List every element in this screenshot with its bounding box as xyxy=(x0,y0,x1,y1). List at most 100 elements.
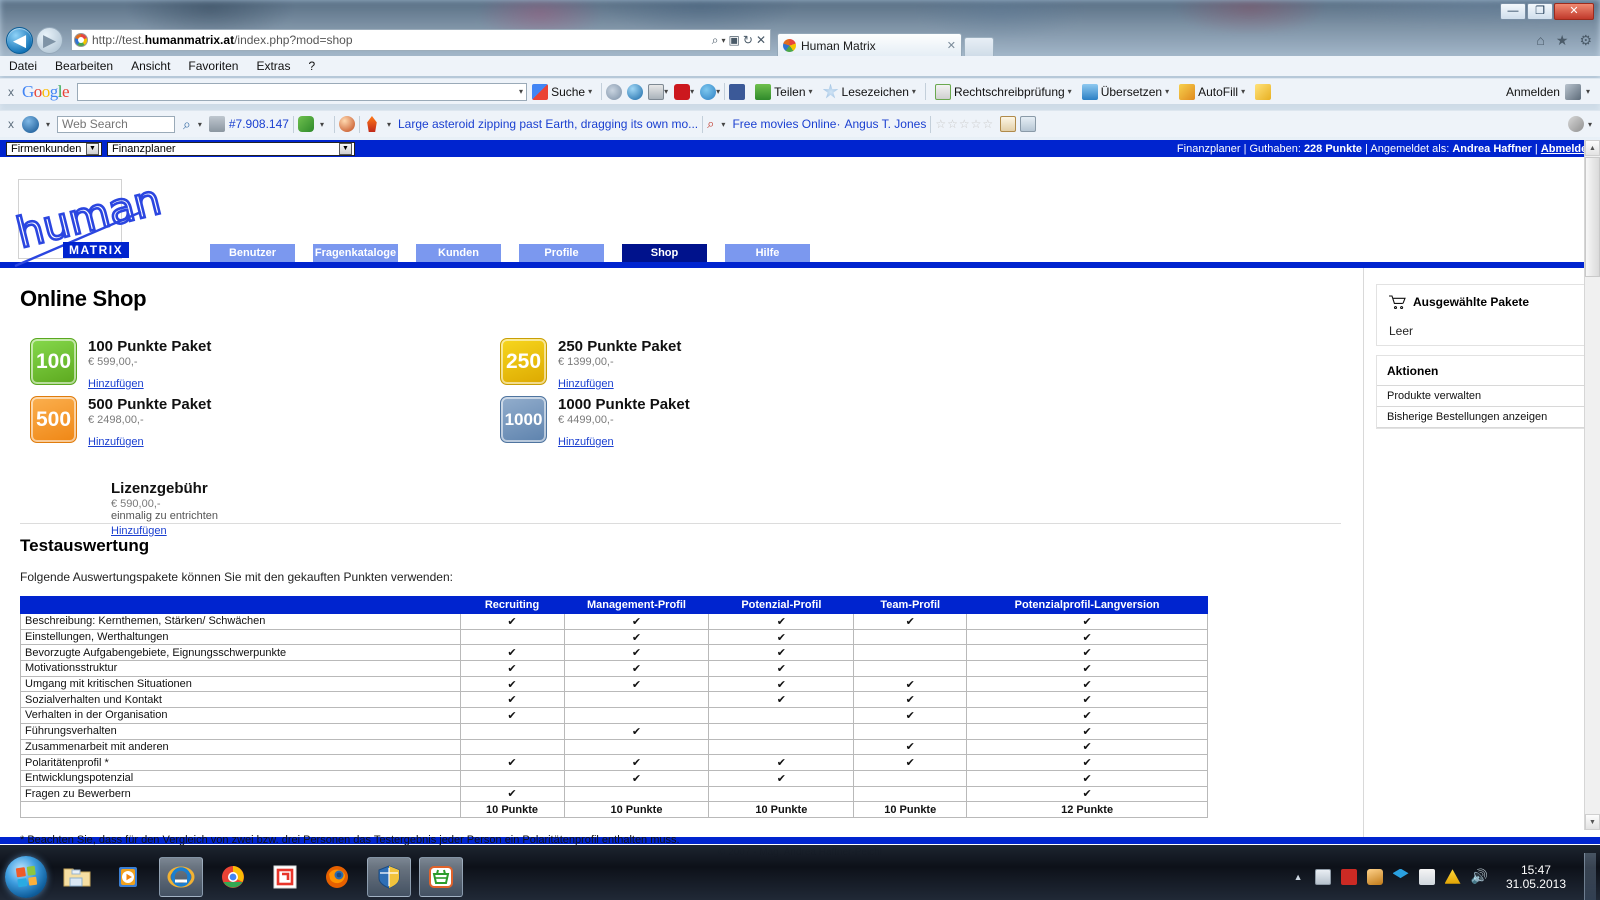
add-license-link[interactable]: Hinzufügen xyxy=(111,525,167,537)
media-player-icon[interactable] xyxy=(107,857,151,897)
clock-icon[interactable] xyxy=(338,116,355,132)
chevron-down-icon[interactable]: ▾ xyxy=(1586,87,1590,96)
volume-icon[interactable]: 🔊 xyxy=(1471,868,1488,885)
favorites-star-icon[interactable]: ★ xyxy=(1556,32,1569,49)
explorer-icon[interactable] xyxy=(55,857,99,897)
alexa-news-link[interactable]: Large asteroid zipping past Earth, dragg… xyxy=(398,117,698,131)
chevron-down-icon[interactable]: ▾ xyxy=(46,120,50,129)
lesezeichen-button[interactable]: Lesezeichen ▾ xyxy=(818,83,921,100)
chevron-down-icon[interactable]: ▾ xyxy=(320,120,324,129)
chevron-down-icon[interactable]: ▼ xyxy=(86,142,99,155)
firefox-icon[interactable] xyxy=(315,857,359,897)
scroll-down-icon[interactable]: ▼ xyxy=(1585,814,1600,830)
chevron-down-icon[interactable]: ▾ xyxy=(198,120,202,129)
menu-item-extras[interactable]: Extras xyxy=(247,57,299,75)
shop-basket-icon[interactable] xyxy=(419,856,463,897)
add-product-link[interactable]: Hinzufügen xyxy=(88,378,144,390)
show-desktop-button[interactable] xyxy=(1584,853,1596,900)
menu-item-favoriten[interactable]: Favoriten xyxy=(179,57,247,75)
alexa-second-link[interactable]: Angus T. Jones xyxy=(844,117,926,131)
scroll-up-icon[interactable]: ▲ xyxy=(1585,140,1600,156)
back-icon[interactable]: ◀ xyxy=(6,26,33,54)
gear-icon[interactable]: ⚙ xyxy=(1579,32,1592,49)
nav-tab-shop[interactable]: Shop xyxy=(622,244,707,262)
google-signin-area[interactable]: Anmelden ▾ xyxy=(1506,83,1600,100)
search-icon[interactable]: ⌕ xyxy=(707,116,714,132)
action-bisherige-bestellungen[interactable]: Bisherige Bestellungen anzeigen xyxy=(1377,406,1587,428)
clock[interactable]: 15:47 31.05.2013 xyxy=(1498,863,1574,891)
close-button[interactable]: ✕ xyxy=(1554,3,1594,20)
rechtschreibpruefung-button[interactable]: Rechtschreibprüfung ▾ xyxy=(930,83,1077,100)
google-suche-button[interactable]: Suche ▾ xyxy=(527,83,597,100)
address-bar-icons[interactable]: ⌕ ▾ ▣ ↻ ✕ xyxy=(712,33,768,48)
forward-icon[interactable]: ▶ xyxy=(36,26,63,54)
google-search-input[interactable]: ▾ xyxy=(77,82,528,101)
page-scrollbar[interactable]: ▲ ▼ xyxy=(1584,140,1600,830)
chevron-down-icon[interactable]: ▼ xyxy=(339,142,352,155)
settings-gear-icon[interactable] xyxy=(1567,116,1584,132)
add-product-link[interactable]: Hinzufügen xyxy=(558,378,614,390)
address-bar[interactable]: http://test.humanmatrix.at/index.php?mod… xyxy=(71,29,771,51)
teamviewer-icon[interactable] xyxy=(263,857,307,897)
browser-tab[interactable]: Human Matrix ✕ xyxy=(777,33,962,57)
chrome-icon[interactable] xyxy=(211,857,255,897)
browser-menu-bar[interactable]: Datei Bearbeiten Ansicht Favoriten Extra… xyxy=(0,56,1600,76)
flame-icon[interactable] xyxy=(367,116,377,132)
acrobat-icon[interactable] xyxy=(1340,868,1357,885)
internet-explorer-icon[interactable] xyxy=(159,856,203,897)
alexa-toolbar-close-icon[interactable]: x xyxy=(0,117,22,131)
plus-blue-icon[interactable] xyxy=(700,83,717,100)
customer-type-select[interactable]: Firmenkunden ▼ xyxy=(6,141,102,156)
main-navigation[interactable]: Benutzer Fragenkataloge Kunden Profile S… xyxy=(210,244,810,262)
network-warning-icon[interactable] xyxy=(1444,869,1461,884)
refresh-icon[interactable]: ↻ xyxy=(743,33,753,47)
pencil-icon[interactable] xyxy=(1255,83,1272,100)
menu-item-ansicht[interactable]: Ansicht xyxy=(122,57,179,75)
home-icon[interactable]: ⌂ xyxy=(1536,32,1544,48)
security-shield-icon[interactable] xyxy=(367,856,411,897)
chevron-down-icon[interactable]: ▾ xyxy=(387,120,391,129)
sync-icon[interactable] xyxy=(1366,868,1383,885)
nav-tab-benutzer[interactable]: Benutzer xyxy=(210,244,295,262)
scrollbar-thumb[interactable] xyxy=(1585,157,1600,277)
tab-close-icon[interactable]: ✕ xyxy=(947,39,956,52)
search-icon[interactable]: ⌕ xyxy=(183,116,191,133)
anmelden-label[interactable]: Anmelden xyxy=(1506,85,1560,99)
contacts-icon[interactable] xyxy=(1020,116,1037,132)
web-search-input[interactable] xyxy=(57,115,176,133)
compatibility-view-icon[interactable]: ▣ xyxy=(729,33,740,47)
stop-icon[interactable]: ✕ xyxy=(756,33,766,47)
context-selectors[interactable]: Firmenkunden ▼ Finanzplaner ▼ xyxy=(6,141,355,156)
search-dropdown-caret-icon[interactable]: ▾ xyxy=(722,36,726,45)
google-toolbar-close-icon[interactable]: x xyxy=(0,85,22,99)
uebersetzen-button[interactable]: Übersetzen ▾ xyxy=(1077,83,1174,100)
nav-tab-hilfe[interactable]: Hilfe xyxy=(725,244,810,262)
maximize-button[interactable]: ❐ xyxy=(1527,3,1553,20)
teilen-button[interactable]: Teilen ▾ xyxy=(750,83,817,100)
planner-select[interactable]: Finanzplaner ▼ xyxy=(107,141,355,156)
facebook-icon[interactable] xyxy=(729,83,746,100)
printer-icon[interactable] xyxy=(1314,868,1331,885)
autofill-button[interactable]: AutoFill ▾ xyxy=(1174,83,1250,100)
youtube-icon[interactable] xyxy=(674,83,691,100)
system-tray[interactable]: ▲ 🔊 15:47 31.05.2013 xyxy=(1294,853,1600,900)
dropbox-icon[interactable] xyxy=(1392,868,1409,879)
action-produkte-verwalten[interactable]: Produkte verwalten xyxy=(1377,385,1587,406)
wrench-icon[interactable] xyxy=(1564,83,1581,100)
tray-overflow-icon[interactable]: ▲ xyxy=(1294,872,1305,882)
new-tab-button[interactable] xyxy=(964,37,994,57)
search-icon[interactable]: ⌕ xyxy=(712,33,719,48)
minimize-button[interactable]: — xyxy=(1500,3,1526,20)
globe-icon[interactable] xyxy=(627,83,644,100)
notepad-icon[interactable] xyxy=(1000,116,1017,132)
flag-icon[interactable] xyxy=(1418,868,1435,885)
rating-stars[interactable]: ☆☆☆☆☆ xyxy=(935,117,994,131)
nav-tab-fragenkataloge[interactable]: Fragenkataloge xyxy=(313,244,398,262)
menu-item-datei[interactable]: Datei xyxy=(0,57,46,75)
alexa-second-link-prefix[interactable]: Free movies Online· xyxy=(732,117,840,131)
magnifier-globe-icon[interactable] xyxy=(606,83,623,100)
nav-tab-profile[interactable]: Profile xyxy=(519,244,604,262)
start-orb[interactable] xyxy=(5,855,47,898)
link-icon[interactable] xyxy=(297,116,314,132)
alexa-icon[interactable] xyxy=(22,115,39,133)
